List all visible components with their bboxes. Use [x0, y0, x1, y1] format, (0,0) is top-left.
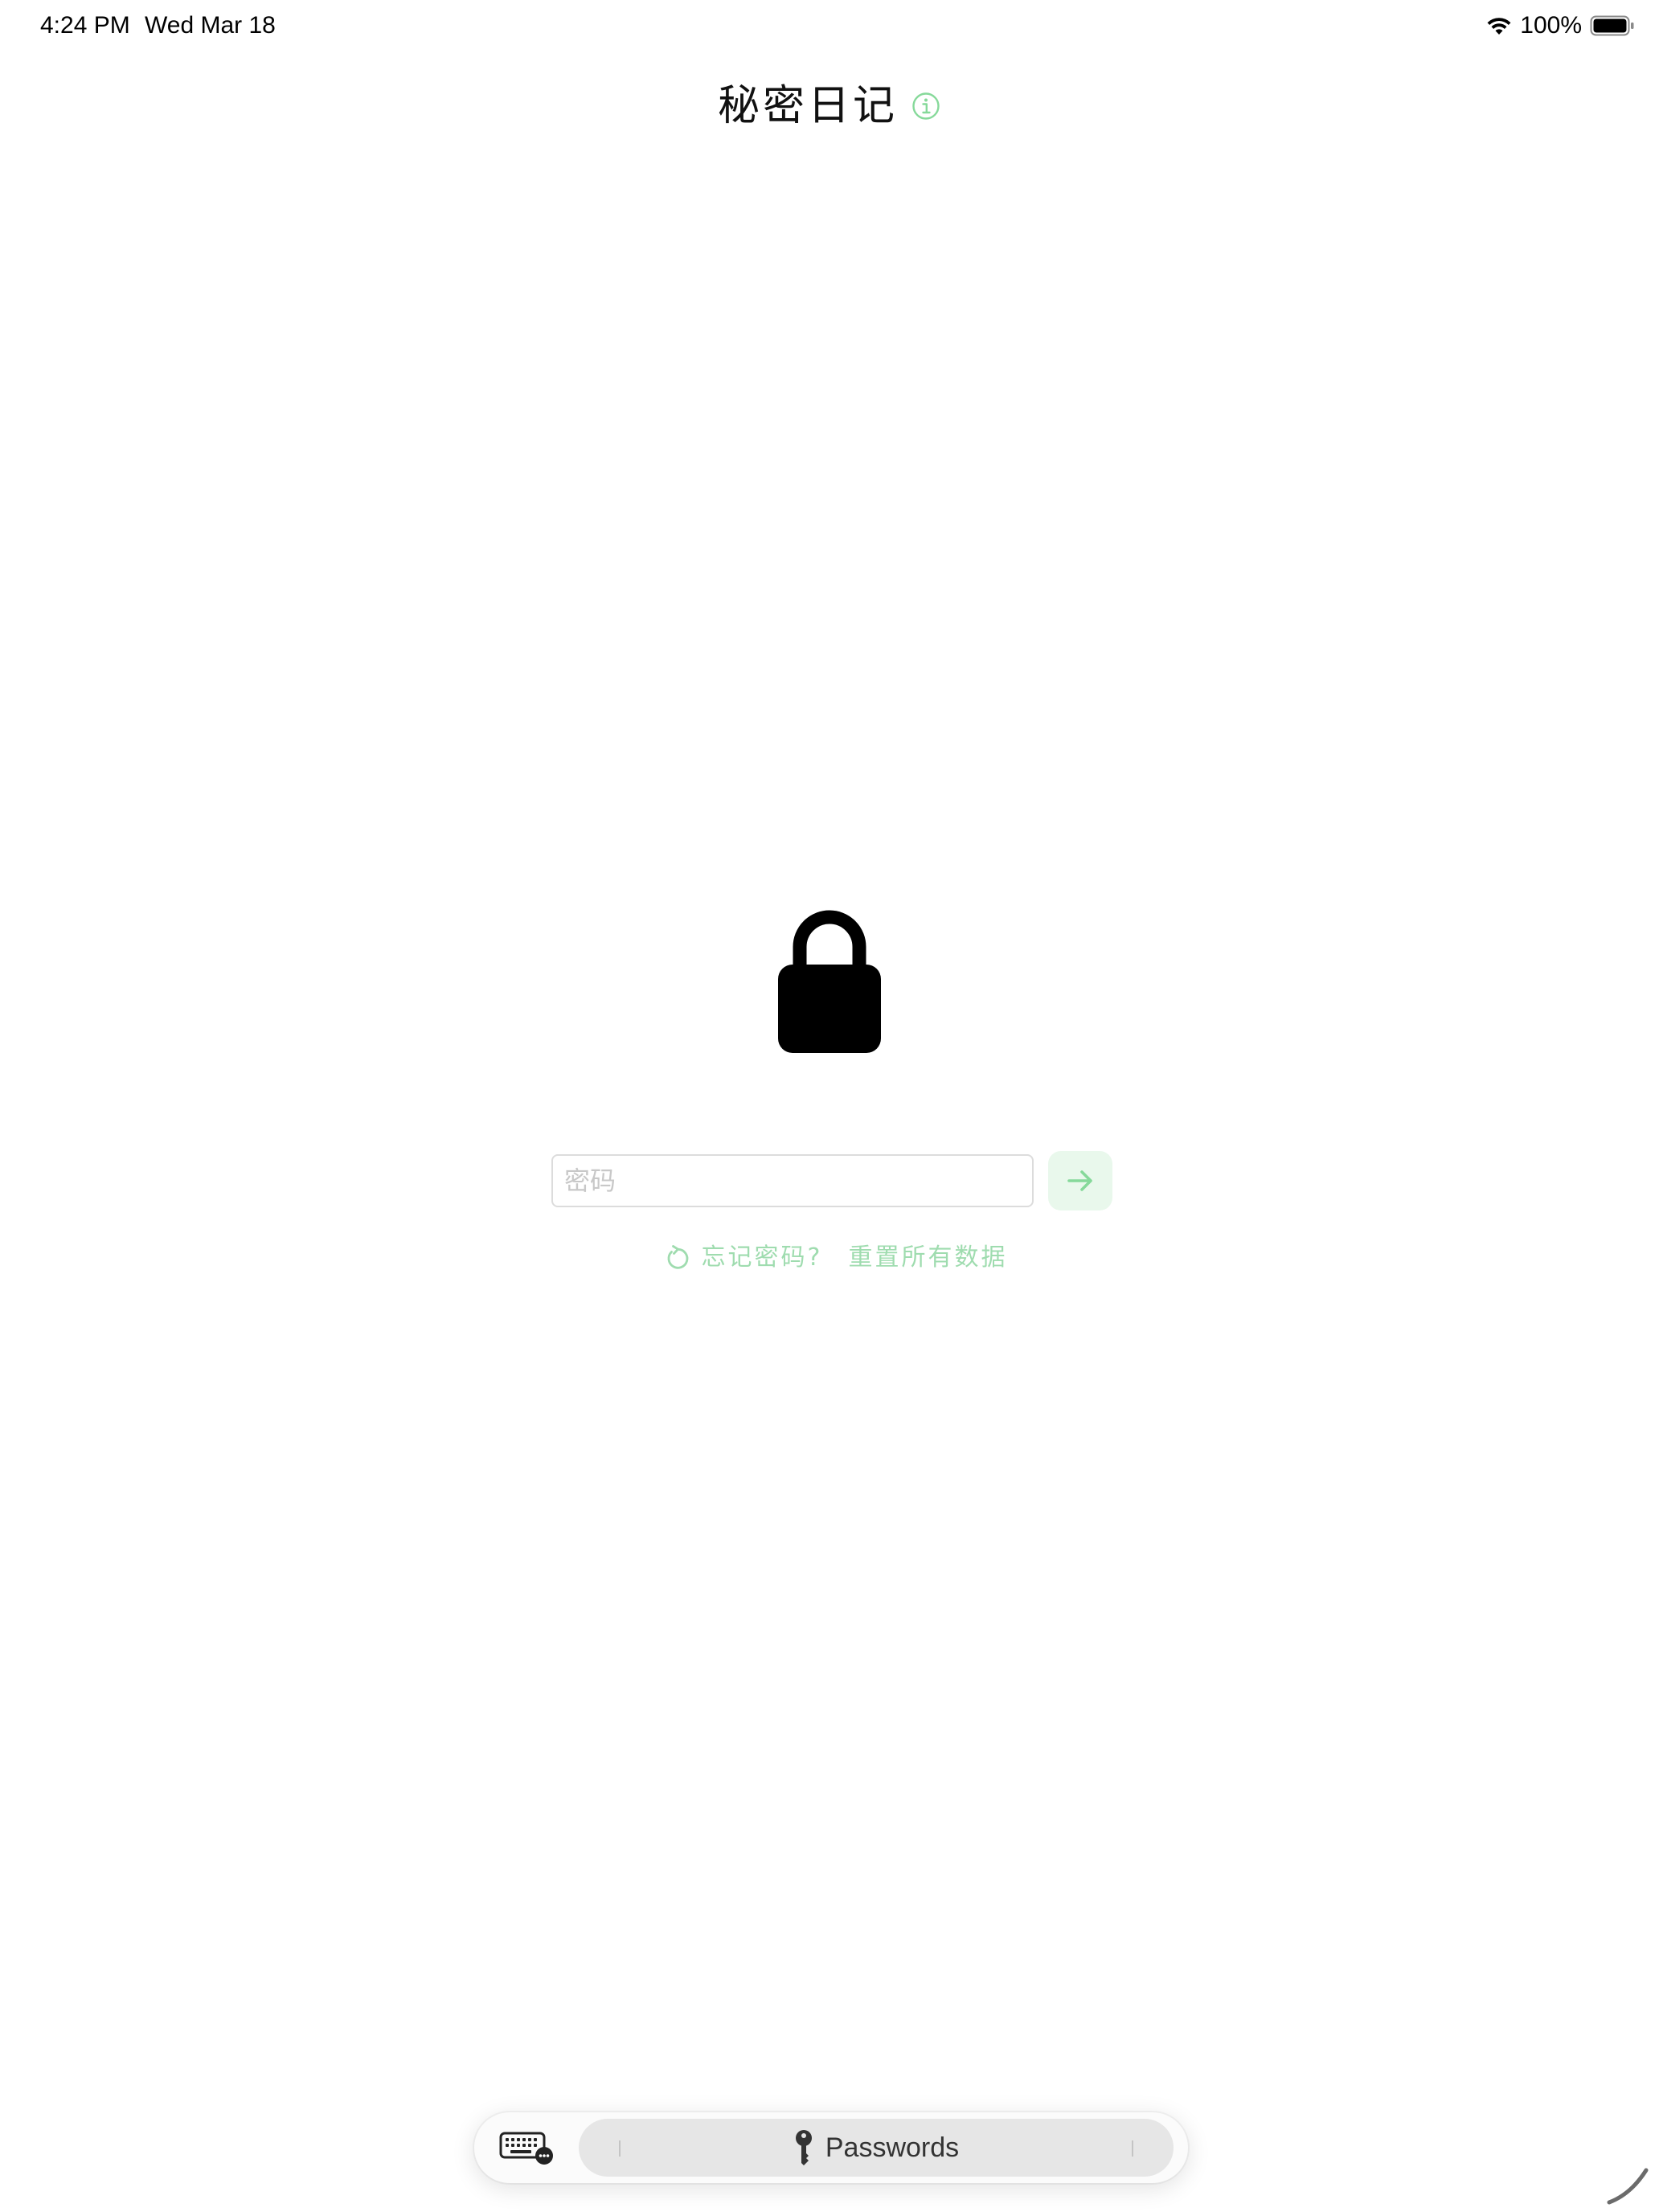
battery-percentage: 100%: [1520, 12, 1582, 39]
lock-screen: 4:24 PM Wed Mar 18 100% 秘密日记 忘记密码? 重置所有数…: [0, 0, 1659, 2212]
passwords-label: Passwords: [825, 2132, 960, 2163]
corner-scribble-icon: [1607, 2168, 1649, 2205]
status-indicators: 100%: [1486, 10, 1635, 42]
submit-button[interactable]: [1048, 1151, 1112, 1210]
passwords-autofill-button[interactable]: Passwords: [579, 2119, 1174, 2177]
info-circle-icon[interactable]: [911, 91, 941, 121]
keyboard-accessory-bar: Passwords: [474, 2112, 1188, 2183]
wifi-icon: [1487, 18, 1511, 35]
reset-all-data-link[interactable]: 重置所有数据: [848, 1242, 1007, 1274]
arrow-right-icon: [1067, 1170, 1092, 1191]
password-recovery: 忘记密码? 重置所有数据: [5, 1238, 1659, 1278]
keyboard-button[interactable]: [498, 2127, 555, 2169]
lock-icon: [778, 910, 881, 1053]
app-title: 秘密日记: [717, 82, 898, 130]
counterclockwise-arrow-icon: [667, 1245, 688, 1269]
password-input[interactable]: [551, 1154, 1034, 1207]
app-header: 秘密日记: [0, 74, 1659, 138]
pill-separator-left: [619, 2140, 621, 2157]
battery-icon: [1590, 15, 1634, 36]
keyboard-icon: [499, 2132, 553, 2165]
key-icon: [795, 2130, 812, 2165]
status-bar: 4:24 PM Wed Mar 18 100%: [0, 0, 1659, 51]
pill-separator-right: [1132, 2140, 1133, 2157]
forgot-password-text: 忘记密码?: [701, 1243, 823, 1272]
status-date: Wed Mar 18: [145, 12, 276, 39]
status-time: 4:24 PM: [40, 12, 130, 39]
